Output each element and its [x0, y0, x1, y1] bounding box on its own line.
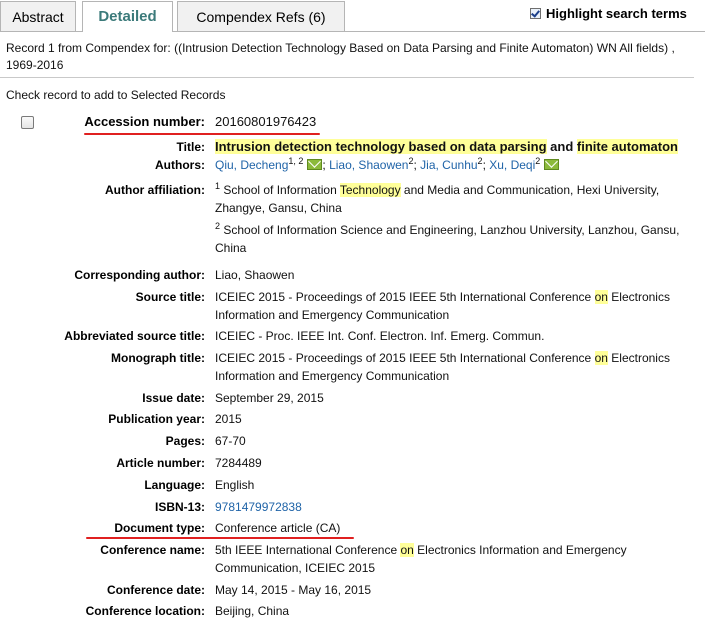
check-record-note: Check record to add to Selected Records	[6, 88, 226, 102]
author-sup: 1, 2	[288, 156, 304, 166]
confname-highlight: on	[400, 543, 414, 557]
affiliation-1: 1 School of Information Technology and M…	[215, 181, 695, 217]
confname-pre: 5th IEEE International Conference	[215, 543, 401, 557]
email-icon[interactable]	[544, 159, 560, 170]
author-sup: 2	[477, 156, 483, 166]
label-corresponding: Corresponding author:	[74, 268, 205, 282]
label-pages: Pages:	[165, 434, 205, 448]
label-confname: Conference name:	[100, 543, 205, 557]
label-issue: Issue date:	[142, 391, 205, 405]
document-type: Conference article (CA)	[215, 521, 341, 535]
label-isbn: ISBN-13:	[154, 500, 205, 514]
monograph-highlight: on	[594, 351, 608, 365]
affiliation-2: 2 School of Information Science and Engi…	[215, 221, 695, 257]
abbrev-source-title: ICEIEC - Proc. IEEE Int. Conf. Electron.…	[215, 329, 545, 343]
label-affiliation: Author affiliation:	[105, 183, 205, 197]
source-title: ICEIEC 2015 - Proceedings of 2015 IEEE 5…	[215, 288, 695, 324]
label-monograph: Monograph title:	[111, 351, 205, 365]
author-sup: 2	[408, 156, 414, 166]
label-conflocation: Conference location:	[85, 604, 205, 618]
affiliation-2-text: School of Information Science and Engine…	[215, 223, 680, 255]
label-year: Publication year:	[108, 412, 205, 426]
label-language: Language:	[144, 478, 205, 492]
highlight-search-terms-toggle[interactable]: Highlight search terms	[530, 6, 687, 24]
label-title: Title:	[176, 140, 205, 154]
source-highlight: on	[594, 290, 608, 304]
isbn-link[interactable]: 9781479972838	[215, 498, 695, 516]
label-source: Source title:	[135, 290, 205, 304]
label-accession: Accession number:	[84, 114, 205, 129]
title-and: and	[546, 139, 577, 154]
accession-number: 20160801976423	[215, 114, 317, 129]
label-abbrev: Abbreviated source title:	[64, 329, 205, 343]
language: English	[215, 478, 255, 492]
label-authors: Authors:	[155, 158, 205, 172]
tab-abstract[interactable]: Abstract	[0, 1, 76, 31]
label-article: Article number:	[116, 456, 205, 470]
title-highlight-2: finite automaton	[576, 139, 678, 154]
highlight-label: Highlight search terms	[546, 6, 687, 21]
highlight-checkbox[interactable]	[530, 8, 541, 19]
issue-date: September 29, 2015	[215, 391, 324, 405]
record-select-checkbox[interactable]	[21, 116, 34, 129]
tab-detailed[interactable]: Detailed	[82, 1, 173, 32]
pages: 67-70	[215, 434, 246, 448]
tab-compendex-refs[interactable]: Compendex Refs (6)	[177, 1, 345, 31]
corresponding-author: Liao, Shaowen	[215, 268, 295, 282]
record-info: Record 1 from Compendex for: ((Intrusion…	[6, 41, 675, 72]
publication-year: 2015	[215, 412, 242, 426]
authors-list: Qiu, Decheng1, 2; Liao, Shaowen2; Jia, C…	[215, 156, 695, 174]
email-icon[interactable]	[307, 159, 323, 170]
author-link[interactable]: Liao, Shaowen	[329, 158, 408, 172]
affiliation-1-highlight: Technology	[339, 183, 401, 197]
author-link[interactable]: Xu, Deqi	[489, 158, 535, 172]
conference-date: May 14, 2015 - May 16, 2015	[215, 583, 372, 597]
article-number: 7284489	[215, 456, 262, 470]
label-confdate: Conference date:	[106, 583, 205, 597]
annotation-underline-doctype	[86, 537, 354, 539]
affiliation-1-pre: School of Information	[220, 183, 340, 197]
label-doctype: Document type:	[114, 521, 205, 535]
record-title: Intrusion detection technology based on …	[215, 138, 695, 156]
conference-name: 5th IEEE International Conference on Ele…	[215, 541, 695, 577]
annotation-underline-accession	[84, 133, 320, 135]
monograph-pre: ICEIEC 2015 - Proceedings of 2015 IEEE 5…	[215, 351, 595, 365]
author-link[interactable]: Qiu, Decheng	[215, 158, 288, 172]
title-highlight-1: Intrusion detection technology based on …	[215, 139, 547, 154]
source-pre: ICEIEC 2015 - Proceedings of 2015 IEEE 5…	[215, 290, 595, 304]
author-link[interactable]: Jia, Cunhu	[420, 158, 477, 172]
author-sup: 2	[535, 156, 541, 166]
conference-location: Beijing, China	[215, 604, 290, 618]
divider	[0, 77, 694, 78]
monograph-title: ICEIEC 2015 - Proceedings of 2015 IEEE 5…	[215, 349, 695, 385]
